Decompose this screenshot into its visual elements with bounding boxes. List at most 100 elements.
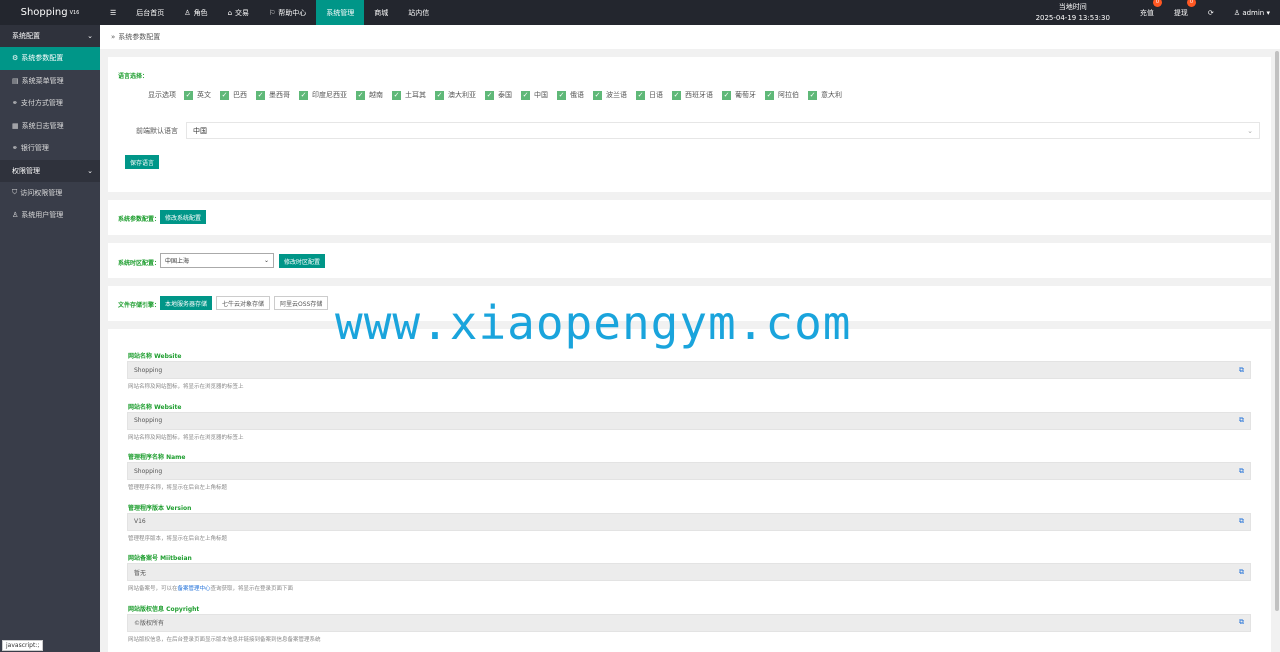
language-options: 显示选项 ✓ 英文 ✓ 巴西 ✓ 墨西哥 ✓ 印度尼西亚 ✓ 越南 ✓ 土耳其 ✓ 澳大利亚 ✓ 泰国 ✓ 中国 ✓… xyxy=(148,90,842,100)
sysparam-card: 系统参数配置： 修改系统配置 xyxy=(108,200,1271,235)
timezone-card: 系统时区配置： 中国上海 ⌄ 修改时区配置 xyxy=(108,243,1271,278)
sidebar-item-payment[interactable]: ⚭ 支付方式管理 xyxy=(0,92,100,115)
default-language-select[interactable]: 中国 ⌄ xyxy=(186,122,1260,139)
language-checkbox[interactable]: ✓ 巴西 xyxy=(220,90,247,100)
language-checkbox[interactable]: ✓ 中国 xyxy=(521,90,548,100)
chevron-down-icon: ⌄ xyxy=(263,257,269,264)
local-time: 当地时间 2025-04-19 13:53:30 xyxy=(1035,2,1110,22)
nav-item-messages[interactable]: 站内信 xyxy=(398,0,439,25)
top-right: 当地时间 2025-04-19 13:53:30 充值 0 提现 0 ⟳ ♙ adm… xyxy=(1036,0,1280,25)
sidebar-item-users[interactable]: ♙ 系统用户管理 xyxy=(0,204,100,227)
beian-link[interactable]: 备案管理中心 xyxy=(178,586,211,592)
language-checkbox[interactable]: ✓ 日语 xyxy=(636,90,663,100)
check-icon: ✓ xyxy=(256,90,265,100)
field-input[interactable]: Shopping ⧉ xyxy=(127,462,1251,480)
field-label: 网站名称 Website xyxy=(128,403,182,411)
default-language-row: 前端默认语言 中国 ⌄ xyxy=(136,122,1260,139)
menu-toggle-icon[interactable]: ☰ xyxy=(100,0,126,25)
table-icon: ▤ xyxy=(12,76,19,85)
language-checkbox[interactable]: ✓ 英文 xyxy=(184,90,211,100)
nav-item-mall[interactable]: 商城 xyxy=(364,0,398,25)
check-icon: ✓ xyxy=(299,90,308,100)
app-logo[interactable]: Shopping V16 xyxy=(0,0,100,25)
shield-icon: ⛉ xyxy=(12,188,18,197)
sidebar: 系统配置 ⌄ ⚙ 系统参数配置 ▤ 系统菜单管理 ⚭ 支付方式管理 ▦ 系统日志管理 ⚭ 银… xyxy=(0,25,100,652)
check-icon: ✓ xyxy=(392,90,401,100)
language-checkbox[interactable]: ✓ 墨西哥 xyxy=(256,90,290,100)
nav-item-home[interactable]: 后台首页 xyxy=(126,0,174,25)
sidebar-group-permission[interactable]: 权限管理 ⌄ xyxy=(0,159,100,182)
chevron-down-icon: ⌄ xyxy=(1247,126,1253,135)
storage-aliyun-button[interactable]: 阿里云OSS存储 xyxy=(274,296,329,310)
check-icon: ✓ xyxy=(593,90,602,100)
refresh-icon[interactable]: ⟳ xyxy=(1208,9,1214,17)
language-checkbox[interactable]: ✓ 西班牙语 xyxy=(672,90,713,100)
language-checkbox[interactable]: ✓ 波兰语 xyxy=(593,90,627,100)
nav-item-help[interactable]: ⚐ 帮助中心 xyxy=(259,0,316,25)
language-checkbox[interactable]: ✓ 印度尼西亚 xyxy=(299,90,347,100)
copy-icon[interactable]: ⧉ xyxy=(1239,467,1244,476)
field-label: 网站备案号 Miitbeian xyxy=(128,555,192,562)
language-checkbox[interactable]: ✓ 俄语 xyxy=(557,90,584,100)
recharge-link[interactable]: 充值 0 xyxy=(1140,0,1162,18)
field-help: 网站版权信息，在后台登录页面显示版本信息并链接到备案到信息备案管理系统 xyxy=(128,636,321,643)
field-input[interactable]: ©版权所有 ⧉ xyxy=(127,613,1251,632)
check-icon: ✓ xyxy=(557,90,566,100)
storage-qiniu-button[interactable]: 七牛云对象存储 xyxy=(216,296,271,310)
top-nav: ☰ 后台首页 ♙ 角色 ⌂ 交易 ⚐ 帮助中心 系统管理 商城 站内信 xyxy=(100,0,439,25)
check-icon: ✓ xyxy=(636,90,645,100)
nav-item-trade[interactable]: ⌂ 交易 xyxy=(218,0,259,25)
copy-icon[interactable]: ⧉ xyxy=(1239,517,1244,526)
field-help: 网站备案号，可以在备案管理中心查询获取，将显示在登录页面下面 xyxy=(128,586,294,592)
check-icon: ✓ xyxy=(672,90,681,100)
copy-icon[interactable]: ⧉ xyxy=(1239,568,1244,577)
withdraw-link[interactable]: 提现 0 xyxy=(1174,0,1196,18)
sidebar-item-banks[interactable]: ⚭ 银行管理 xyxy=(0,137,100,160)
field-label: 网站名称 Website xyxy=(128,353,182,360)
bank-icon: ⌂ xyxy=(227,8,233,17)
sidebar-item-logs[interactable]: ▦ 系统日志管理 xyxy=(0,115,100,138)
nav-item-role[interactable]: ♙ 角色 xyxy=(174,0,217,25)
check-icon: ✓ xyxy=(435,90,444,100)
language-checkbox[interactable]: ✓ 越南 xyxy=(356,90,383,100)
check-icon: ✓ xyxy=(184,90,193,100)
recharge-badge: 0 xyxy=(1152,0,1162,7)
language-checkbox[interactable]: ✓ 阿拉伯 xyxy=(765,90,799,100)
field-help: 管理程序版本，将显示在后台左上角标题 xyxy=(128,535,228,542)
language-checkbox[interactable]: ✓ 意大利 xyxy=(808,90,842,100)
copy-icon[interactable]: ⧉ xyxy=(1239,416,1244,425)
edit-system-config-button[interactable]: 修改系统配置 xyxy=(160,210,207,224)
language-checkbox[interactable]: ✓ 澳大利亚 xyxy=(435,90,476,100)
field-input[interactable]: Shopping ⧉ xyxy=(127,411,1251,430)
language-checkbox[interactable]: ✓ 葡萄牙 xyxy=(722,90,756,100)
storage-local-button[interactable]: 本地服务器存储 xyxy=(160,296,213,310)
check-icon: ✓ xyxy=(485,90,494,100)
field-input[interactable]: 暂无 ⧉ xyxy=(127,563,1251,581)
user-icon: ♙ xyxy=(184,8,191,17)
language-checkbox[interactable]: ✓ 泰国 xyxy=(485,90,512,100)
watermark: www.xiaopengym.com xyxy=(335,296,852,350)
scrollbar-thumb[interactable] xyxy=(1275,51,1279,611)
gear-icon: ⚙ xyxy=(12,54,19,63)
field-input[interactable]: V16 ⧉ xyxy=(127,512,1251,531)
language-title: 语言选择： xyxy=(118,73,149,80)
sidebar-item-menus[interactable]: ▤ 系统菜单管理 xyxy=(0,70,100,93)
check-icon: ✓ xyxy=(765,90,774,100)
user-menu[interactable]: ♙ admin ▾ xyxy=(1234,9,1270,17)
check-icon: ✓ xyxy=(722,90,731,100)
chevron-down-icon: ⌄ xyxy=(87,166,93,175)
sidebar-item-access[interactable]: ⛉ 访问权限管理 xyxy=(0,182,100,205)
sidebar-item-params[interactable]: ⚙ 系统参数配置 xyxy=(0,47,100,70)
language-card: 语言选择： 显示选项 ✓ 英文 ✓ 巴西 ✓ 墨西哥 ✓ 印度尼西亚 ✓ 越南 ✓ 土耳其 ✓ 澳大利亚 ✓… xyxy=(108,57,1271,192)
field-input[interactable]: Shopping ⧉ xyxy=(127,361,1251,379)
copy-icon[interactable]: ⧉ xyxy=(1239,366,1244,375)
language-checkbox[interactable]: ✓ 土耳其 xyxy=(392,90,426,100)
nav-item-system[interactable]: 系统管理 xyxy=(316,0,365,25)
sidebar-group-config[interactable]: 系统配置 ⌄ xyxy=(0,25,100,47)
check-icon: ✓ xyxy=(808,90,817,100)
save-language-button[interactable]: 保存语言 xyxy=(125,155,160,169)
page-scrollbar[interactable] xyxy=(1274,49,1280,652)
edit-timezone-button[interactable]: 修改时区配置 xyxy=(279,254,326,268)
copy-icon[interactable]: ⧉ xyxy=(1239,618,1244,627)
timezone-select[interactable]: 中国上海 ⌄ xyxy=(160,253,274,268)
